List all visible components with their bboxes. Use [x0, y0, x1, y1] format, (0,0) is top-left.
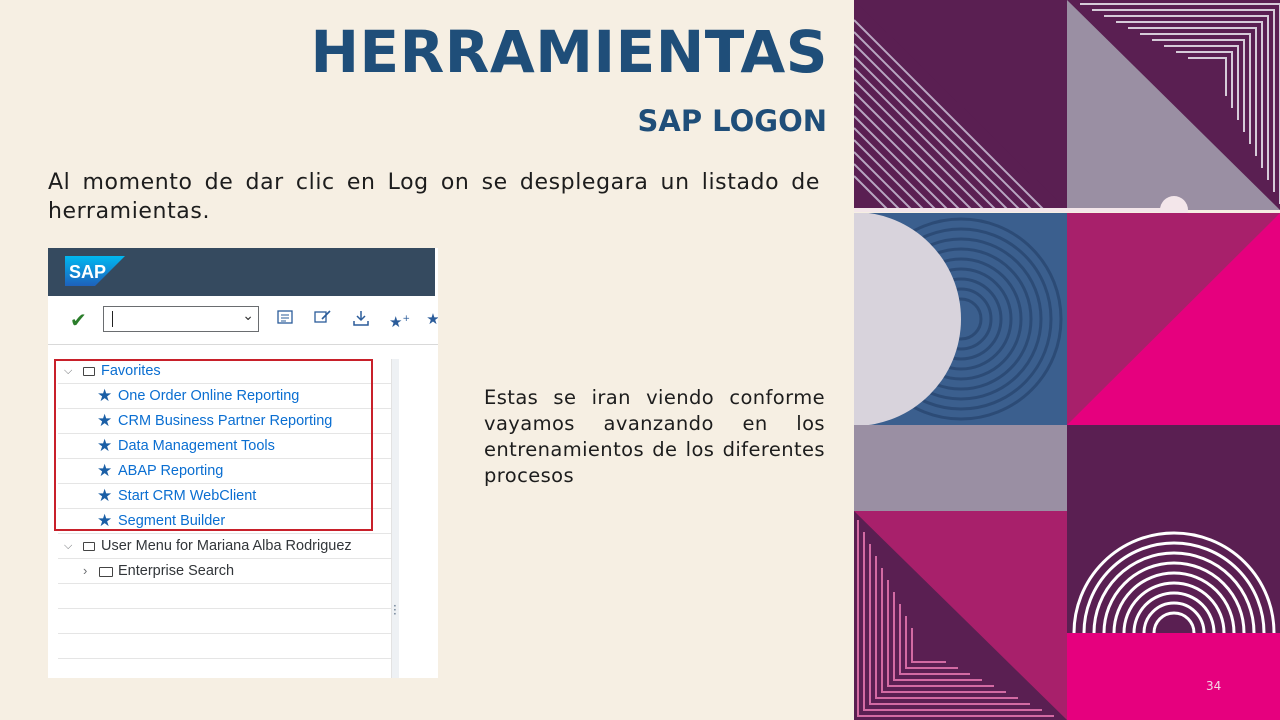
expand-icon[interactable]: ›: [83, 559, 87, 583]
sap-header-bar: SAP: [48, 248, 435, 296]
tree-item-favorite[interactable]: ★ Data Management Tools: [58, 434, 391, 459]
tree-folder-favorites[interactable]: ⌵ Favorites: [58, 359, 391, 384]
tree-item-favorite[interactable]: ★ Start CRM WebClient: [58, 484, 391, 509]
folder-icon: [83, 367, 95, 376]
tree-label-favorites: Favorites: [101, 363, 161, 379]
tree-folder-enterprise-search[interactable]: › Enterprise Search: [58, 559, 391, 584]
page-number: 34: [1206, 679, 1222, 693]
splitter-handle[interactable]: · · ·: [393, 600, 397, 620]
folder-icon: [99, 567, 113, 577]
tree-item-label[interactable]: CRM Business Partner Reporting: [118, 409, 332, 433]
star-icon: ★: [97, 486, 113, 505]
menu-tree: ⌵ Favorites ★ One Order Online Reporting…: [58, 359, 396, 678]
star-icon: ★: [97, 511, 113, 530]
tree-empty-row: [58, 634, 391, 659]
tree-item-favorite[interactable]: ★ CRM Business Partner Reporting: [58, 409, 391, 434]
tree-item-label[interactable]: ABAP Reporting: [118, 459, 223, 483]
collapse-icon[interactable]: ⌵: [64, 534, 72, 558]
tree-empty-row: [58, 659, 391, 678]
command-field[interactable]: ⌄: [103, 306, 259, 332]
tree-empty-row: [58, 584, 391, 609]
sap-logo-text: SAP: [69, 262, 106, 282]
slide-subtitle: SAP LOGON: [637, 104, 827, 138]
add-favorite-icon[interactable]: ★+: [389, 310, 410, 331]
tree-scrollbar[interactable]: [391, 359, 399, 678]
tree-item-label[interactable]: Start CRM WebClient: [118, 484, 256, 508]
tree-item-favorite[interactable]: ★ Segment Builder: [58, 509, 391, 534]
intro-paragraph: Al momento de dar clic en Log on se desp…: [48, 170, 820, 224]
tree-folder-user-menu[interactable]: ⌵ User Menu for Mariana Alba Rodriguez: [58, 534, 391, 559]
slide-title: HERRAMIENTAS: [310, 18, 828, 86]
star-icon: ★: [97, 411, 113, 430]
check-icon[interactable]: ✔: [70, 308, 87, 332]
side-paragraph: Estas se iran viendo conforme vayamos av…: [484, 386, 825, 487]
tree-item-favorite[interactable]: ★ ABAP Reporting: [58, 459, 391, 484]
star-icon: ★: [97, 436, 113, 455]
tree-label-user-menu: User Menu for Mariana Alba Rodriguez: [101, 538, 352, 554]
sap-logo: SAP: [65, 256, 125, 286]
chevron-down-icon[interactable]: ⌄: [242, 308, 254, 324]
collapse-icon[interactable]: ⌵: [64, 359, 72, 383]
sap-toolbar: ✔ ⌄ ★+ ★: [48, 296, 438, 345]
decorative-pattern-panel: [854, 0, 1280, 720]
tree-item-label[interactable]: Data Management Tools: [118, 434, 275, 458]
user-profile-icon[interactable]: [276, 310, 294, 328]
star-icon: ★: [97, 461, 113, 480]
folder-icon: [83, 542, 95, 551]
tree-item-label[interactable]: One Order Online Reporting: [118, 384, 299, 408]
sap-logon-screenshot: SAP ✔ ⌄ ★+ ★ ⌵ Favorites ★ One Order Onl…: [48, 248, 438, 678]
tree-empty-row: [58, 609, 391, 634]
tree-item-favorite[interactable]: ★ One Order Online Reporting: [58, 384, 391, 409]
tree-label-enterprise-search: Enterprise Search: [118, 563, 235, 579]
tree-item-label[interactable]: Segment Builder: [118, 509, 225, 533]
favorite-icon[interactable]: ★: [424, 310, 438, 328]
edit-icon[interactable]: [313, 310, 331, 328]
download-icon[interactable]: [352, 310, 370, 328]
star-icon: ★: [97, 386, 113, 405]
